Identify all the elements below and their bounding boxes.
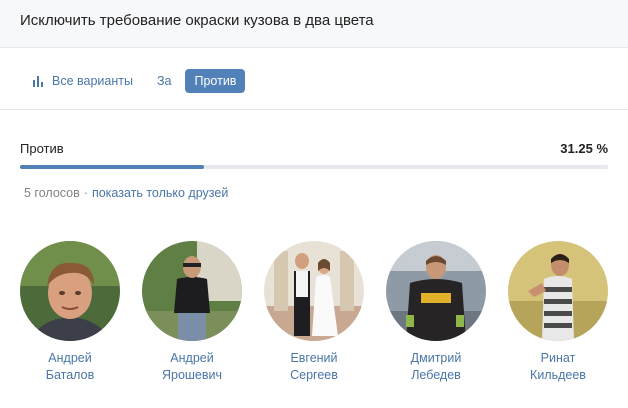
avatar[interactable] bbox=[264, 241, 364, 341]
result-percent: 31.25 % bbox=[560, 140, 608, 156]
voter-name[interactable]: Андрей Баталов bbox=[46, 350, 94, 384]
voter-card[interactable]: Ринат Кильдеев bbox=[508, 241, 608, 384]
voter-last-name: Баталов bbox=[45, 368, 95, 382]
show-friends-only-link[interactable]: показать только друзей bbox=[92, 186, 228, 200]
voter-name[interactable]: Ринат Кильдеев bbox=[530, 350, 586, 384]
voter-name[interactable]: Евгений Сергеев bbox=[290, 350, 338, 384]
tab-against[interactable]: Против bbox=[185, 68, 246, 93]
voter-last-name: Кильдеев bbox=[530, 368, 586, 382]
avatar[interactable] bbox=[20, 241, 120, 341]
votes-count: 5 голосов bbox=[24, 186, 80, 200]
voter-first-name: Андрей bbox=[48, 351, 92, 365]
voter-first-name: Дмитрий bbox=[410, 351, 462, 365]
bar-chart-icon bbox=[33, 75, 45, 87]
voter-name[interactable]: Дмитрий Лебедев bbox=[411, 350, 462, 384]
result-option-label: Против bbox=[20, 140, 64, 156]
result-progress-bar bbox=[20, 165, 608, 169]
avatar[interactable] bbox=[508, 241, 608, 341]
poll-question: Исключить требование окраски кузова в дв… bbox=[20, 12, 374, 29]
poll-header: Исключить требование окраски кузова в дв… bbox=[0, 0, 628, 48]
voter-last-name: Лебедев bbox=[411, 368, 461, 382]
voters-list: Андрей Баталов Андрей Ярошевич Евгений С… bbox=[0, 241, 628, 384]
result-section: Против 31.25 % 5 голосов · показать только… bbox=[0, 110, 628, 200]
voter-card[interactable]: Андрей Баталов bbox=[20, 241, 120, 384]
avatar[interactable] bbox=[142, 241, 242, 341]
avatar[interactable] bbox=[386, 241, 486, 341]
result-progress-fill bbox=[20, 165, 204, 169]
voter-first-name: Евгений bbox=[290, 351, 338, 365]
voter-name[interactable]: Андрей Ярошевич bbox=[162, 350, 222, 384]
voter-last-name: Ярошевич bbox=[161, 368, 223, 382]
voter-card[interactable]: Евгений Сергеев bbox=[264, 241, 364, 384]
voter-card[interactable]: Андрей Ярошевич bbox=[142, 241, 242, 384]
voter-card[interactable]: Дмитрий Лебедев bbox=[386, 241, 486, 384]
tab-for[interactable]: За bbox=[147, 69, 182, 93]
tab-against-label: Против bbox=[194, 73, 237, 88]
voter-last-name: Сергеев bbox=[290, 368, 338, 382]
votes-meta: 5 голосов · показать только друзей bbox=[20, 186, 608, 200]
filter-tabs: Все варианты За Против bbox=[0, 48, 628, 110]
meta-separator: · bbox=[83, 186, 88, 200]
voter-first-name: Андрей bbox=[170, 351, 214, 365]
voter-first-name: Ринат bbox=[540, 351, 576, 365]
tab-for-label: За bbox=[156, 73, 172, 88]
tab-all-variants[interactable]: Все варианты bbox=[20, 69, 143, 93]
tab-all-variants-label: Все варианты bbox=[52, 73, 133, 88]
